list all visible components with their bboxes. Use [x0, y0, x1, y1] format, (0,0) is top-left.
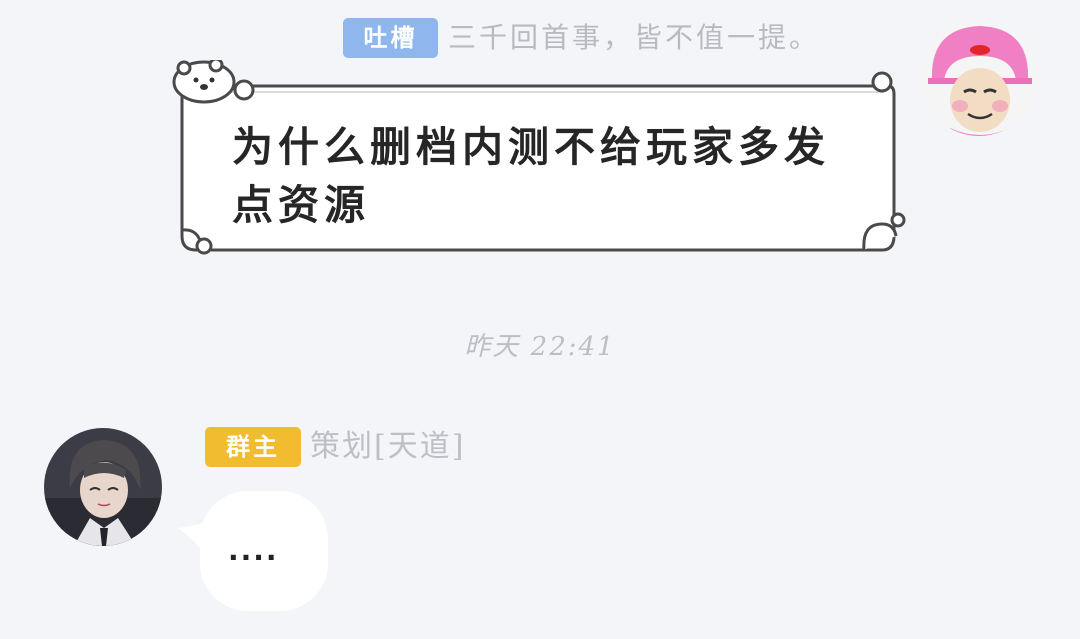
- message-text: ....: [228, 534, 279, 567]
- role-badge-tucao: 吐槽: [343, 18, 438, 58]
- polar-bear-icon: [172, 60, 255, 104]
- message-text[interactable]: 为什么删档内测不给玩家多发点资源: [232, 118, 852, 234]
- user-avatar-left[interactable]: [44, 428, 162, 546]
- timestamp: 昨天 22:41: [464, 332, 616, 362]
- meme-face-avatar-icon: [920, 18, 1038, 136]
- bear-paw-icon: [871, 71, 893, 93]
- sender-title: 三千回首事，皆不值一提。: [448, 21, 821, 54]
- user-avatar-right[interactable]: [920, 18, 1038, 136]
- sender-name: 策划[天道]: [310, 429, 466, 464]
- anime-character-avatar-icon: [44, 428, 162, 546]
- role-badge-owner: 群主: [205, 427, 301, 467]
